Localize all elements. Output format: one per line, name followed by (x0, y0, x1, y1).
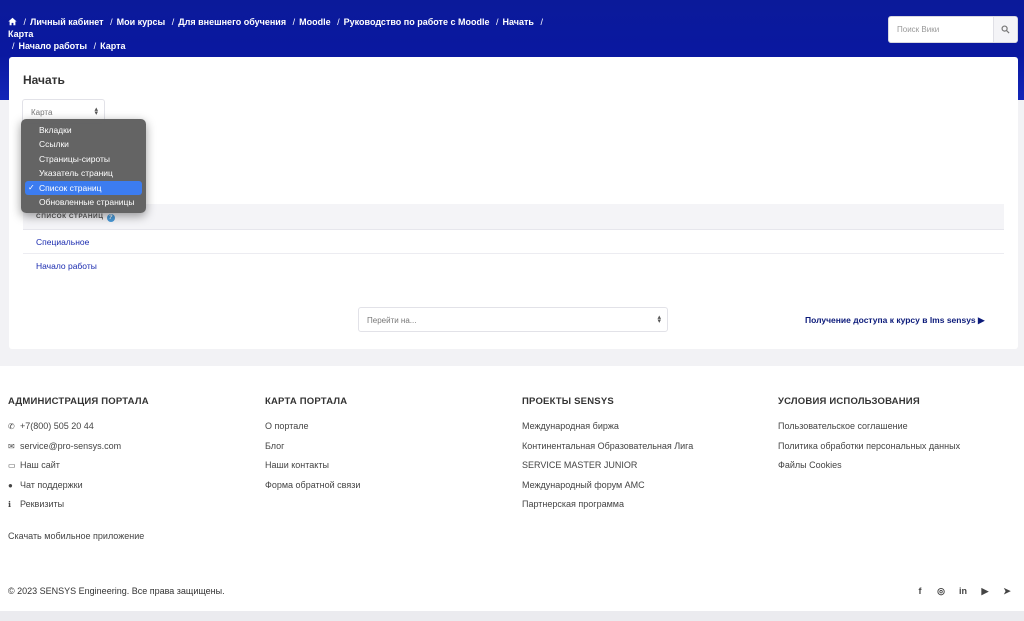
footer-column-admin: АДМИНИСТРАЦИЯ ПОРТАЛА ✆ +7(800) 505 20 44… (8, 396, 149, 518)
youtube-icon[interactable]: ▶ (979, 586, 991, 597)
checkmark-icon: ✓ (28, 182, 35, 192)
instagram-icon[interactable]: ◎ (935, 586, 947, 597)
breadcrumb: / Личный кабинет / Мои курсы / Для внешнего… (8, 17, 543, 51)
breadcrumb-item[interactable]: Для внешнего обучения (178, 17, 286, 27)
main-card: Начать Карта ▴ ▾ СПИСОК СТРАНИЦ ? Специал… (9, 57, 1018, 349)
footer-link[interactable]: Международный форум АМС (522, 479, 693, 499)
footer-link[interactable]: Партнерская программа (522, 498, 693, 518)
footer-link[interactable]: Наши контакты (265, 459, 360, 479)
breadcrumb-item[interactable]: Руководство по работе с Moodle (344, 17, 490, 27)
info-icon: ℹ (8, 500, 12, 509)
breadcrumb-item[interactable]: Начать (502, 17, 533, 27)
page-link[interactable]: Специальное (36, 237, 89, 247)
page-title: Начать (23, 73, 65, 87)
dropdown-option-selected[interactable]: ✓ Список страниц (25, 180, 142, 195)
footer-link[interactable]: Международная биржа (522, 420, 693, 440)
footer-support-chat[interactable]: ● Чат поддержки (8, 479, 149, 499)
search-icon (1001, 25, 1010, 34)
breadcrumb-item[interactable]: Карта (8, 29, 33, 39)
dropdown-option[interactable]: Указатель страниц (25, 166, 142, 180)
footer-link[interactable]: Пользовательское соглашение (778, 420, 960, 440)
footer-heading: ПРОЕКТЫ SENSYS (522, 396, 614, 407)
breadcrumb-item-current: Карта (100, 41, 126, 51)
select-arrows-icon: ▴ ▾ (94, 106, 98, 117)
linkedin-icon[interactable]: in (957, 586, 969, 596)
phone-icon: ✆ (8, 422, 15, 431)
footer-link[interactable]: Политика обработки персональных данных (778, 440, 960, 460)
footer: АДМИНИСТРАЦИЯ ПОРТАЛА ✆ +7(800) 505 20 44… (0, 366, 1024, 611)
footer-email[interactable]: ✉ service@pro-sensys.com (8, 440, 149, 460)
home-icon[interactable] (8, 17, 17, 26)
telegram-icon[interactable]: ➤ (1001, 586, 1013, 597)
footer-link[interactable]: Блог (265, 440, 360, 460)
mobile-app-link[interactable]: Скачать мобильное приложение (8, 531, 144, 541)
breadcrumb-item[interactable]: Начало работы (19, 41, 88, 51)
table-row: Специальное (23, 230, 1004, 254)
footer-link[interactable]: Файлы Cookies (778, 459, 960, 479)
footer-link[interactable]: Форма обратной связи (265, 479, 360, 499)
dropdown-option[interactable]: Страницы-сироты (25, 152, 142, 166)
footer-link[interactable]: SERVICE MASTER JUNIOR (522, 459, 693, 479)
breadcrumb-item[interactable]: Moodle (299, 17, 331, 27)
search-input[interactable] (889, 17, 993, 42)
view-dropdown-menu: Вкладки Ссылки Страницы-сироты Указатель… (21, 119, 146, 213)
table-row: Начало работы (23, 254, 1004, 278)
jump-to-select[interactable]: Перейти на... ▴ ▾ (358, 307, 668, 332)
footer-site-link[interactable]: ▭ Наш сайт (8, 459, 149, 479)
search-button[interactable] (993, 17, 1017, 42)
laptop-icon: ▭ (8, 461, 16, 470)
page-link[interactable]: Начало работы (36, 261, 97, 271)
bottom-strip (0, 611, 1024, 621)
footer-heading: КАРТА ПОРТАЛА (265, 396, 348, 407)
footer-link[interactable]: Континентальная Образовательная Лига (522, 440, 693, 460)
table-header: СПИСОК СТРАНИЦ ? (23, 204, 1004, 230)
footer-phone[interactable]: ✆ +7(800) 505 20 44 (8, 420, 149, 440)
facebook-icon[interactable]: f (914, 586, 926, 596)
dropdown-option[interactable]: Ссылки (25, 137, 142, 151)
footer-requisites[interactable]: ℹ Реквизиты (8, 498, 149, 518)
wiki-search (888, 16, 1018, 43)
chat-icon: ● (8, 480, 13, 490)
mail-icon: ✉ (8, 441, 15, 451)
copyright: © 2023 SENSYS Engineering. Все права защ… (8, 586, 225, 596)
next-activity-link[interactable]: Получение доступа к курсу в lms sensys ▶ (805, 315, 985, 326)
footer-column-map: КАРТА ПОРТАЛА О портале Блог Наши контак… (265, 396, 360, 498)
help-icon[interactable]: ? (106, 214, 115, 222)
breadcrumb-item[interactable]: Личный кабинет (30, 17, 104, 27)
footer-column-terms: УСЛОВИЯ ИСПОЛЬЗОВАНИЯ Пользовательское с… (778, 396, 960, 479)
dropdown-option[interactable]: Вкладки (25, 123, 142, 137)
footer-heading: УСЛОВИЯ ИСПОЛЬЗОВАНИЯ (778, 396, 920, 407)
footer-column-projects: ПРОЕКТЫ SENSYS Международная биржа Конти… (522, 396, 693, 518)
breadcrumb-item[interactable]: Мои курсы (117, 17, 166, 27)
footer-heading: АДМИНИСТРАЦИЯ ПОРТАЛА (8, 396, 149, 407)
dropdown-option[interactable]: Обновленные страницы (25, 195, 142, 209)
footer-link[interactable]: О портале (265, 420, 360, 440)
table-header-label: СПИСОК СТРАНИЦ (36, 213, 104, 220)
select-arrows-icon: ▴ ▾ (657, 314, 661, 325)
